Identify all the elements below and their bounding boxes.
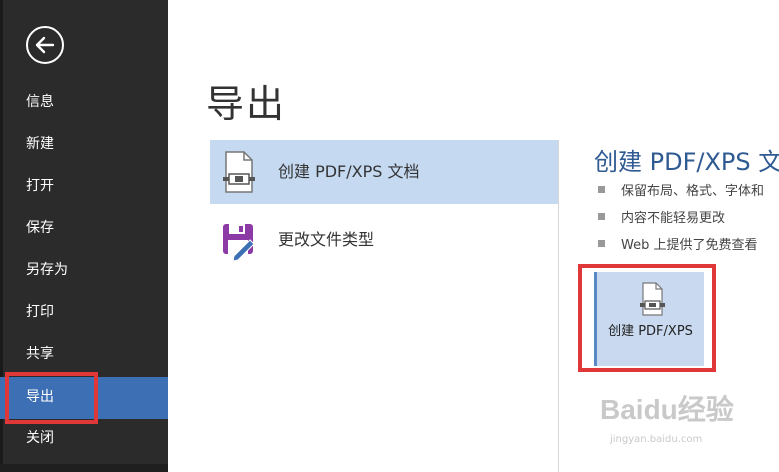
bullet-item: 保留布局、格式、字体和 — [598, 180, 764, 199]
bullet-item: 内容不能轻易更改 — [598, 207, 725, 226]
option-create-pdf-xps[interactable]: 创建 PDF/XPS 文档 — [210, 140, 558, 204]
change-file-type-icon — [220, 218, 256, 262]
panel-title: 创建 PDF/XPS 文 — [594, 148, 779, 176]
create-button-highlight — [578, 264, 716, 372]
bullet-item: Web 上提供了免费查看 — [598, 234, 757, 253]
option-label: 创建 PDF/XPS 文档 — [278, 162, 420, 181]
nav-item-save[interactable]: 保存 — [0, 210, 168, 246]
page-title: 导出 — [206, 82, 287, 126]
nav-item-info[interactable]: 信息 — [0, 84, 168, 120]
sidebar-bottom-divider — [0, 464, 168, 472]
option-label: 更改文件类型 — [278, 230, 375, 249]
nav-item-save-as[interactable]: 另存为 — [0, 252, 168, 288]
nav-item-new[interactable]: 新建 — [0, 126, 168, 162]
back-arrow-icon[interactable] — [25, 25, 65, 65]
nav-item-close[interactable]: 关闭 — [0, 420, 168, 456]
nav-item-print[interactable]: 打印 — [0, 294, 168, 330]
nav-item-share[interactable]: 共享 — [0, 336, 168, 372]
pdf-document-icon — [220, 150, 256, 194]
column-divider — [558, 140, 559, 472]
baidu-watermark: Baidu经验 jingyan.baidu.com — [600, 388, 734, 445]
bullet-square-icon — [598, 213, 605, 220]
watermark-url: jingyan.baidu.com — [610, 434, 703, 445]
bullet-square-icon — [598, 240, 605, 247]
option-change-file-type[interactable]: 更改文件类型 — [210, 208, 558, 272]
watermark-text: Baidu经验 — [600, 394, 734, 425]
export-nav-highlight — [5, 372, 98, 424]
nav-item-open[interactable]: 打开 — [0, 168, 168, 204]
bullet-square-icon — [598, 186, 605, 193]
